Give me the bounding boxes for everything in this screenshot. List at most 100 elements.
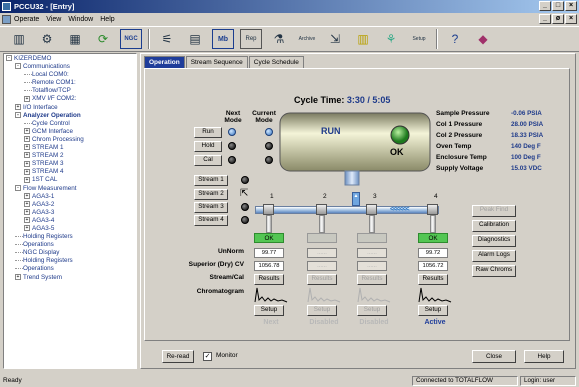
close-button[interactable]: ×: [565, 1, 577, 11]
child-minimize-button[interactable]: _: [539, 14, 551, 24]
tree-item[interactable]: + AGA3-4: [4, 217, 136, 225]
setup-icon[interactable]: Setup: [408, 29, 430, 49]
menu-operate[interactable]: Operate: [14, 13, 39, 26]
tree-item[interactable]: + STREAM 2: [4, 152, 136, 160]
tree-item[interactable]: + XMV I/F COM2:: [4, 95, 136, 103]
calibrate-icon[interactable]: ⚗: [268, 29, 290, 49]
expand-icon[interactable]: +: [24, 209, 30, 216]
tree-item[interactable]: - Analyzer Operation: [4, 112, 136, 120]
expand-icon[interactable]: +: [24, 192, 30, 199]
expand-icon[interactable]: +: [15, 103, 21, 110]
tree-item[interactable]: Operations: [4, 241, 136, 249]
ngc-icon[interactable]: NGC: [120, 29, 142, 49]
collapse-icon[interactable]: -: [15, 184, 21, 191]
report-icon[interactable]: Rep: [240, 29, 262, 49]
nodes-icon[interactable]: ▦: [64, 29, 86, 49]
chromatogram-icon[interactable]: [357, 285, 391, 303]
tree-item[interactable]: + STREAM 4: [4, 168, 136, 176]
tree-item[interactable]: + STREAM 1: [4, 144, 136, 152]
setup-button[interactable]: Setup: [254, 305, 284, 316]
stream-3-button[interactable]: Stream 3: [194, 202, 228, 213]
tree-item[interactable]: + Chrom Processing: [4, 136, 136, 144]
stream-2-button[interactable]: Stream 2: [194, 189, 228, 200]
peak-find-button[interactable]: Peak Find: [472, 205, 516, 217]
expand-icon[interactable]: +: [15, 273, 21, 280]
mb-icon[interactable]: Mb: [212, 29, 234, 49]
results-button[interactable]: Results: [307, 274, 337, 285]
setup-button[interactable]: Setup: [307, 305, 337, 316]
tree-item[interactable]: - KIZERDEMO: [4, 55, 136, 63]
parameter-icon[interactable]: ▥: [352, 29, 374, 49]
cal-button[interactable]: Cal: [194, 155, 222, 166]
expand-icon[interactable]: +: [24, 201, 30, 208]
tree-item[interactable]: + AGA3-1: [4, 193, 136, 201]
collect-icon[interactable]: ⇲: [324, 29, 346, 49]
chromatogram-icon[interactable]: [254, 285, 288, 303]
tree-item[interactable]: Holding Registers: [4, 233, 136, 241]
menu-help[interactable]: Help: [100, 13, 114, 26]
tree-item[interactable]: + AGA3-5: [4, 225, 136, 233]
hold-button[interactable]: Hold: [194, 141, 222, 152]
raw-chroms-button[interactable]: Raw Chroms: [472, 265, 516, 277]
tree-item[interactable]: Operations: [4, 265, 136, 273]
results-button[interactable]: Results: [254, 274, 284, 285]
child-close-button[interactable]: ×: [565, 14, 577, 24]
tree-item[interactable]: Remote COM1:: [4, 79, 136, 87]
alarm-logs-button[interactable]: Alarm Logs: [472, 250, 516, 262]
chromatogram-icon[interactable]: [307, 285, 341, 303]
diagnostics-button[interactable]: Diagnostics: [472, 235, 516, 247]
expand-icon[interactable]: +: [24, 225, 30, 232]
tab-operation[interactable]: Operation: [144, 56, 185, 68]
results-button[interactable]: Results: [357, 274, 387, 285]
expand-icon[interactable]: +: [24, 144, 30, 151]
expand-icon[interactable]: +: [24, 95, 30, 102]
tree-item[interactable]: + Trend System: [4, 274, 136, 282]
expand-icon[interactable]: +: [24, 168, 30, 175]
collapse-icon[interactable]: -: [15, 111, 21, 118]
tab-cycle-schedule[interactable]: Cycle Schedule: [248, 56, 304, 68]
collapse-icon[interactable]: -: [6, 55, 12, 62]
monitor-checkbox[interactable]: ✓: [203, 352, 212, 361]
tree-item[interactable]: - Communications: [4, 63, 136, 71]
expand-icon[interactable]: +: [24, 160, 30, 167]
expand-icon[interactable]: +: [24, 176, 30, 183]
print-icon[interactable]: ▤: [184, 29, 206, 49]
calibration-button[interactable]: Calibration: [472, 220, 516, 232]
navigation-tree[interactable]: - KIZERDEMO - Communications Local COM0: Remo…: [3, 53, 137, 369]
protocol-icon[interactable]: ⚘: [380, 29, 402, 49]
tools-icon[interactable]: ⚙: [36, 29, 58, 49]
chromatogram-icon[interactable]: [418, 285, 452, 303]
collapse-icon[interactable]: -: [15, 63, 21, 70]
expand-icon[interactable]: +: [24, 217, 30, 224]
setup-button[interactable]: Setup: [418, 305, 448, 316]
menu-window[interactable]: Window: [68, 13, 93, 26]
tree-item[interactable]: + I/O Interface: [4, 104, 136, 112]
expand-icon[interactable]: +: [24, 152, 30, 159]
archive-icon[interactable]: Archive: [296, 29, 318, 49]
reread-button[interactable]: Re-read: [162, 350, 194, 363]
tree-item[interactable]: Local COM0:: [4, 71, 136, 79]
stream-4-button[interactable]: Stream 4: [194, 215, 228, 226]
tree-item[interactable]: + AGA3-2: [4, 201, 136, 209]
maximize-button[interactable]: □: [552, 1, 564, 11]
run-button[interactable]: Run: [194, 127, 222, 138]
tab-stream-sequence[interactable]: Stream Sequence: [185, 56, 248, 68]
child-restore-button[interactable]: ø: [552, 14, 564, 24]
help-button[interactable]: Help: [524, 350, 564, 363]
tree-item[interactable]: + GCM Interface: [4, 128, 136, 136]
stream-1-button[interactable]: Stream 1: [194, 175, 228, 186]
tree-item[interactable]: Totalflow/TCP: [4, 87, 136, 95]
trend-icon[interactable]: ⚟: [156, 29, 178, 49]
tree-item[interactable]: Cycle Control: [4, 120, 136, 128]
entry-icon[interactable]: ▥: [8, 29, 30, 49]
help-icon[interactable]: ?: [444, 29, 466, 49]
setup-button[interactable]: Setup: [357, 305, 387, 316]
results-button[interactable]: Results: [418, 274, 448, 285]
tree-item[interactable]: +1ST CAL: [4, 176, 136, 184]
tree-item[interactable]: NGC Display: [4, 249, 136, 257]
tree-item[interactable]: + AGA3-3: [4, 209, 136, 217]
tree-item[interactable]: - Flow Measurement: [4, 185, 136, 193]
minimize-button[interactable]: _: [539, 1, 551, 11]
menu-view[interactable]: View: [46, 13, 61, 26]
tree-item[interactable]: Holding Registers: [4, 257, 136, 265]
